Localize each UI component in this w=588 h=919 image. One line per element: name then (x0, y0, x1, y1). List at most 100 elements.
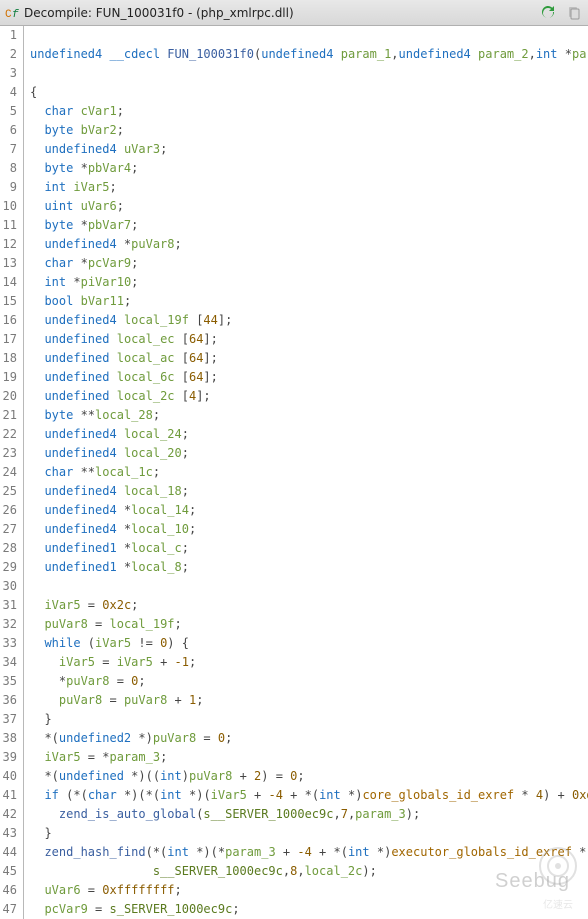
code-line[interactable]: *(undefined2 *)puVar8 = 0; (30, 729, 588, 748)
token-pn (109, 332, 116, 346)
code-line[interactable]: puVar8 = local_19f; (30, 615, 588, 634)
token-kw: undefined4 (44, 237, 116, 251)
code-line[interactable]: puVar8 = puVar8 + 1; (30, 691, 588, 710)
code-line[interactable]: zend_hash_find(*(int *)(*param_3 + -4 + … (30, 843, 588, 862)
line-number: 38 (2, 729, 17, 748)
token-pn (30, 655, 59, 669)
token-id: pbVar4 (88, 161, 131, 175)
token-pn: ; (153, 408, 160, 422)
token-nm: 0xffffffff (102, 883, 174, 897)
code-line[interactable]: iVar5 = 0x2c; (30, 596, 588, 615)
code-line[interactable]: iVar5 = iVar5 + -1; (30, 653, 588, 672)
token-id: iVar5 (44, 750, 80, 764)
token-pn (117, 427, 124, 441)
code-line[interactable] (30, 577, 588, 596)
token-id: puVar8 (131, 237, 174, 251)
code-line[interactable]: iVar5 = *param_3; (30, 748, 588, 767)
code-area[interactable]: undefined4 __cdecl FUN_100031f0(undefine… (24, 26, 588, 919)
code-line[interactable]: undefined1 *local_8; (30, 558, 588, 577)
code-line[interactable]: undefined local_ac [64]; (30, 349, 588, 368)
code-line[interactable]: undefined1 *local_c; (30, 539, 588, 558)
code-line[interactable]: undefined4 local_24; (30, 425, 588, 444)
code-line[interactable] (30, 26, 588, 45)
code-line[interactable]: char cVar1; (30, 102, 588, 121)
code-line[interactable]: int iVar5; (30, 178, 588, 197)
code-line[interactable]: undefined4 local_19f [44]; (30, 311, 588, 330)
token-id: local_24 (124, 427, 182, 441)
token-pn (30, 408, 44, 422)
token-pn: ) (182, 769, 189, 783)
svg-text:C: C (5, 9, 12, 21)
token-fn: FUN_100031f0 (167, 47, 254, 61)
code-line[interactable]: } (30, 824, 588, 843)
token-pn: [ (175, 351, 189, 365)
token-pn: ]; (196, 389, 210, 403)
code-line[interactable]: char **local_1c; (30, 463, 588, 482)
code-line[interactable] (30, 64, 588, 83)
token-id: bVar2 (81, 123, 117, 137)
token-pn (30, 275, 44, 289)
line-number: 3 (2, 64, 17, 83)
svg-text:f: f (12, 9, 19, 21)
token-id: param_3 (109, 750, 160, 764)
code-line[interactable]: undefined4 *local_10; (30, 520, 588, 539)
code-line[interactable]: s__SERVER_1000ec9c,8,local_2c); (30, 862, 588, 881)
code-line[interactable]: while (iVar5 != 0) { (30, 634, 588, 653)
token-pn: * (117, 541, 131, 555)
code-line[interactable]: zend_is_auto_global(s__SERVER_1000ec9c,7… (30, 805, 588, 824)
token-pn: , (333, 807, 340, 821)
token-pn: != (131, 636, 160, 650)
code-editor[interactable]: 1234567891011121314151617181920212223242… (0, 26, 588, 919)
token-nm: 64 (189, 351, 203, 365)
token-id: puVar8 (124, 693, 167, 707)
token-pn: { (30, 85, 37, 99)
token-pn: ; (189, 503, 196, 517)
token-pn: ; (182, 446, 189, 460)
code-line[interactable]: undefined4 __cdecl FUN_100031f0(undefine… (30, 45, 588, 64)
code-line[interactable]: byte *pbVar7; (30, 216, 588, 235)
token-pn: + *( (283, 788, 319, 802)
line-number: 18 (2, 349, 17, 368)
token-pn: ; (131, 161, 138, 175)
code-line[interactable]: char *pcVar9; (30, 254, 588, 273)
token-id: param_1 (341, 47, 392, 61)
line-number: 33 (2, 634, 17, 653)
refresh-icon (540, 5, 556, 21)
copy-button[interactable] (564, 3, 584, 23)
line-number: 8 (2, 159, 17, 178)
code-line[interactable]: pcVar9 = s_SERVER_1000ec9c; (30, 900, 588, 919)
token-pn: *) (370, 845, 392, 859)
token-nm: 64 (189, 370, 203, 384)
token-kw: undefined4 (44, 446, 116, 460)
token-kw: int (319, 788, 341, 802)
code-line[interactable]: byte **local_28; (30, 406, 588, 425)
code-line[interactable]: *(undefined *)((int)puVar8 + 2) = 0; (30, 767, 588, 786)
code-line[interactable]: byte *pbVar4; (30, 159, 588, 178)
code-line[interactable]: undefined local_6c [64]; (30, 368, 588, 387)
code-line[interactable]: { (30, 83, 588, 102)
code-line[interactable]: uint uVar6; (30, 197, 588, 216)
token-id: uVar3 (124, 142, 160, 156)
code-line[interactable]: undefined4 local_18; (30, 482, 588, 501)
code-line[interactable]: int *piVar10; (30, 273, 588, 292)
code-line[interactable]: undefined4 local_20; (30, 444, 588, 463)
refresh-button[interactable] (538, 3, 558, 23)
code-line[interactable]: bool bVar11; (30, 292, 588, 311)
token-pn: *( (30, 731, 59, 745)
token-kw: byte (44, 161, 73, 175)
code-line[interactable]: if (*(char *)(*(int *)(iVar5 + -4 + *(in… (30, 786, 588, 805)
code-line[interactable]: } (30, 710, 588, 729)
token-pn (109, 351, 116, 365)
token-pn: = (109, 674, 131, 688)
code-line[interactable]: undefined local_2c [4]; (30, 387, 588, 406)
token-pn (30, 199, 44, 213)
code-line[interactable]: undefined4 *local_14; (30, 501, 588, 520)
token-kw: int (536, 47, 558, 61)
code-line[interactable]: *puVar8 = 0; (30, 672, 588, 691)
code-line[interactable]: uVar6 = 0xffffffff; (30, 881, 588, 900)
code-line[interactable]: undefined4 uVar3; (30, 140, 588, 159)
code-line[interactable]: undefined4 *puVar8; (30, 235, 588, 254)
code-line[interactable]: byte bVar2; (30, 121, 588, 140)
line-number: 9 (2, 178, 17, 197)
code-line[interactable]: undefined local_ec [64]; (30, 330, 588, 349)
